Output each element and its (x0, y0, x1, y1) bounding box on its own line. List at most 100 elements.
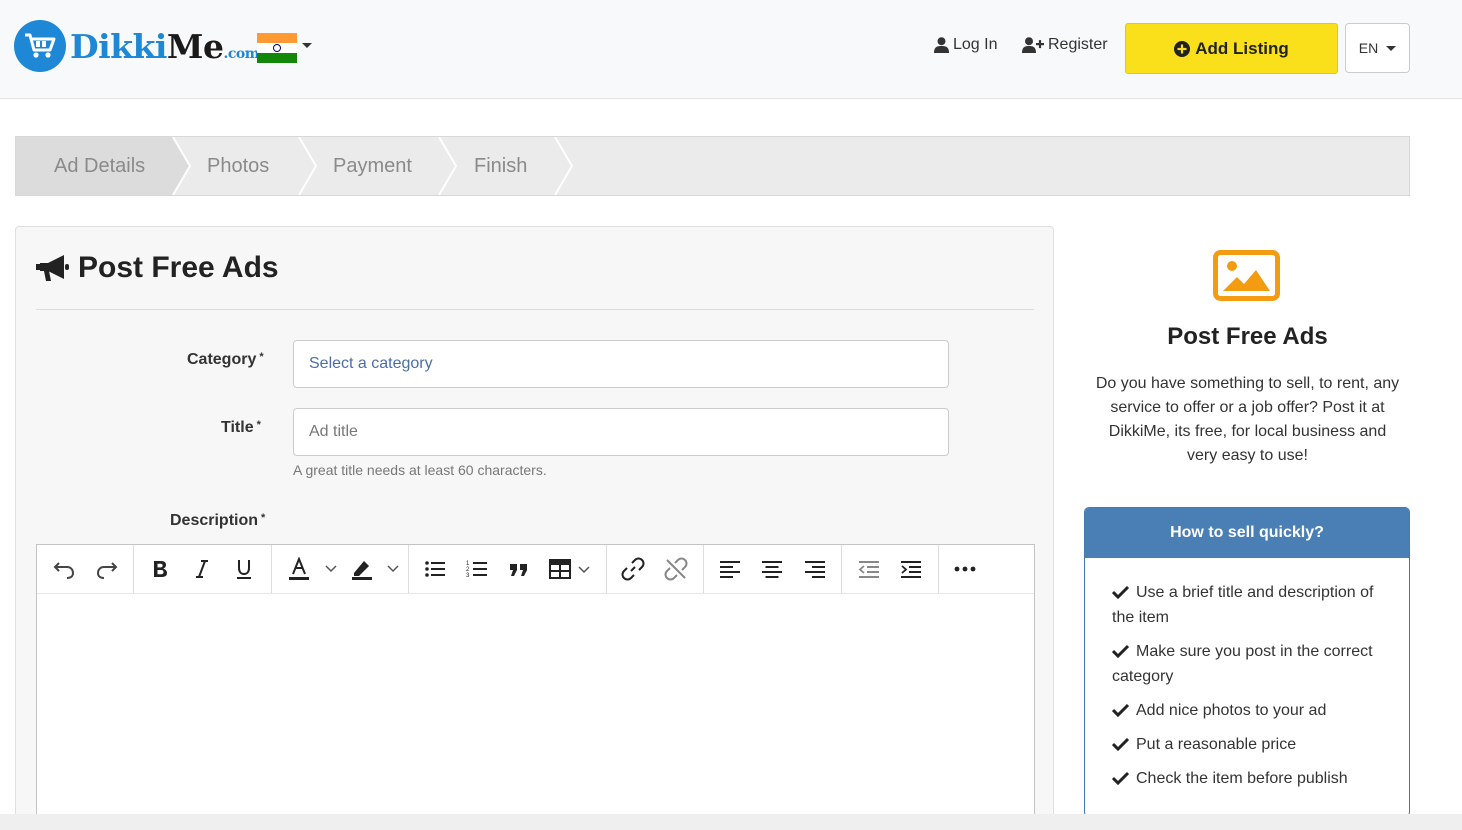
list-item: Check the item before publish (1112, 766, 1383, 791)
title-input[interactable]: Ad title (293, 408, 949, 456)
category-label: Category * (187, 351, 264, 369)
required-mark: * (259, 351, 264, 363)
required-mark: * (256, 419, 261, 431)
check-icon (1112, 644, 1129, 658)
image-icon (1213, 250, 1280, 301)
undo-icon[interactable] (51, 556, 77, 582)
check-icon (1112, 585, 1129, 599)
register-link[interactable]: Register (1022, 36, 1108, 54)
divider (36, 309, 1034, 310)
link-icon[interactable] (620, 556, 646, 582)
check-icon (1112, 703, 1129, 717)
list-item: Use a brief title and description of the… (1112, 580, 1383, 630)
toolbar-separator (938, 545, 939, 593)
editor-content-area[interactable] (37, 594, 1034, 823)
site-header: DikkiMe.com Log In Register Add Listing … (0, 0, 1462, 99)
svg-text:3: 3 (466, 573, 470, 579)
description-label: Description * (170, 512, 265, 530)
selling-tips-box: How to sell quickly? Use a brief title a… (1084, 507, 1410, 817)
bold-icon[interactable] (147, 556, 173, 582)
tip-text: Make sure you post in the correct catego… (1112, 643, 1373, 685)
required-mark: * (261, 512, 266, 524)
title-label: Title * (221, 419, 261, 437)
step-photos[interactable]: Photos (207, 137, 269, 195)
step-label: Finish (474, 154, 528, 177)
list-item: Add nice photos to your ad (1112, 698, 1383, 723)
country-selector[interactable] (257, 33, 312, 63)
bulleted-list-icon[interactable] (422, 556, 448, 582)
logo[interactable]: DikkiMe.com (14, 20, 260, 72)
blockquote-icon[interactable] (506, 556, 532, 582)
step-arrow-icon (554, 137, 574, 195)
category-select[interactable]: Select a category (293, 340, 949, 388)
register-label: Register (1048, 36, 1108, 53)
category-label-text: Category (187, 351, 257, 368)
logo-dikki: Dikki (70, 26, 167, 66)
add-listing-button[interactable]: Add Listing (1125, 23, 1338, 74)
chevron-down-icon (1386, 45, 1397, 51)
tip-text: Check the item before publish (1136, 770, 1348, 787)
logo-text: DikkiMe.com (70, 26, 260, 66)
step-arrow-icon (438, 137, 458, 195)
post-ad-form: Post Free Ads Category * Select a categor… (15, 226, 1054, 830)
align-left-icon[interactable] (717, 556, 743, 582)
toolbar-separator (606, 545, 607, 593)
user-plus-icon (1022, 37, 1044, 53)
tip-text: Put a reasonable price (1136, 736, 1297, 753)
sidebar-description: Do you have something to sell, to rent, … (1095, 375, 1400, 464)
logo-com: .com (223, 45, 260, 62)
step-ad-details[interactable]: Ad Details (16, 137, 171, 195)
tip-text: Use a brief title and description of the… (1112, 584, 1374, 626)
step-label: Photos (207, 154, 270, 177)
logo-me: Me (166, 26, 224, 66)
toolbar-separator (408, 545, 409, 593)
bullhorn-icon (36, 255, 69, 281)
toolbar-separator (271, 545, 272, 593)
description-editor: 123 (36, 544, 1035, 824)
page-title-text: Post Free Ads (78, 251, 279, 284)
cart-icon (14, 20, 66, 72)
step-label: Payment (333, 154, 412, 177)
add-listing-label: Add Listing (1195, 38, 1289, 58)
align-center-icon[interactable] (759, 556, 785, 582)
redo-icon[interactable] (94, 556, 120, 582)
language-selector[interactable]: EN (1345, 23, 1410, 73)
user-icon (934, 37, 949, 53)
title-hint: A great title needs at least 60 characte… (293, 462, 547, 478)
underline-icon[interactable] (231, 556, 257, 582)
description-label-text: Description (170, 512, 259, 529)
step-arrow-icon (170, 137, 192, 195)
check-icon (1112, 771, 1129, 785)
more-icon[interactable] (952, 556, 978, 582)
italic-icon[interactable] (189, 556, 215, 582)
tips-header: How to sell quickly? (1085, 508, 1409, 558)
login-label: Log In (953, 36, 998, 53)
login-link[interactable]: Log In (934, 36, 997, 54)
align-right-icon[interactable] (802, 556, 828, 582)
window-bottom-edge (0, 814, 1462, 830)
check-icon (1112, 737, 1129, 751)
toolbar-separator (133, 545, 134, 593)
highlight-icon[interactable] (348, 556, 404, 582)
progress-steps: Ad Details Photos Payment Finish (15, 136, 1410, 196)
chevron-down-icon (302, 42, 312, 48)
step-label: Ad Details (54, 154, 146, 177)
numbered-list-icon[interactable]: 123 (464, 556, 490, 582)
title-placeholder: Ad title (309, 423, 358, 440)
indent-icon[interactable] (898, 556, 924, 582)
outdent-icon[interactable] (856, 556, 882, 582)
title-label-text: Title (221, 419, 254, 436)
editor-toolbar: 123 (37, 545, 1034, 594)
plus-circle-icon (1174, 40, 1191, 57)
table-icon[interactable] (547, 556, 593, 582)
page-title: Post Free Ads (36, 251, 279, 285)
unlink-icon[interactable] (663, 556, 689, 582)
category-placeholder: Select a category (309, 355, 433, 372)
toolbar-separator (703, 545, 704, 593)
font-color-icon[interactable] (285, 556, 341, 582)
step-arrow-icon (298, 137, 318, 195)
step-finish[interactable]: Finish (474, 137, 527, 195)
toolbar-separator (841, 545, 842, 593)
step-payment[interactable]: Payment (333, 137, 412, 195)
india-flag-icon (257, 33, 297, 63)
